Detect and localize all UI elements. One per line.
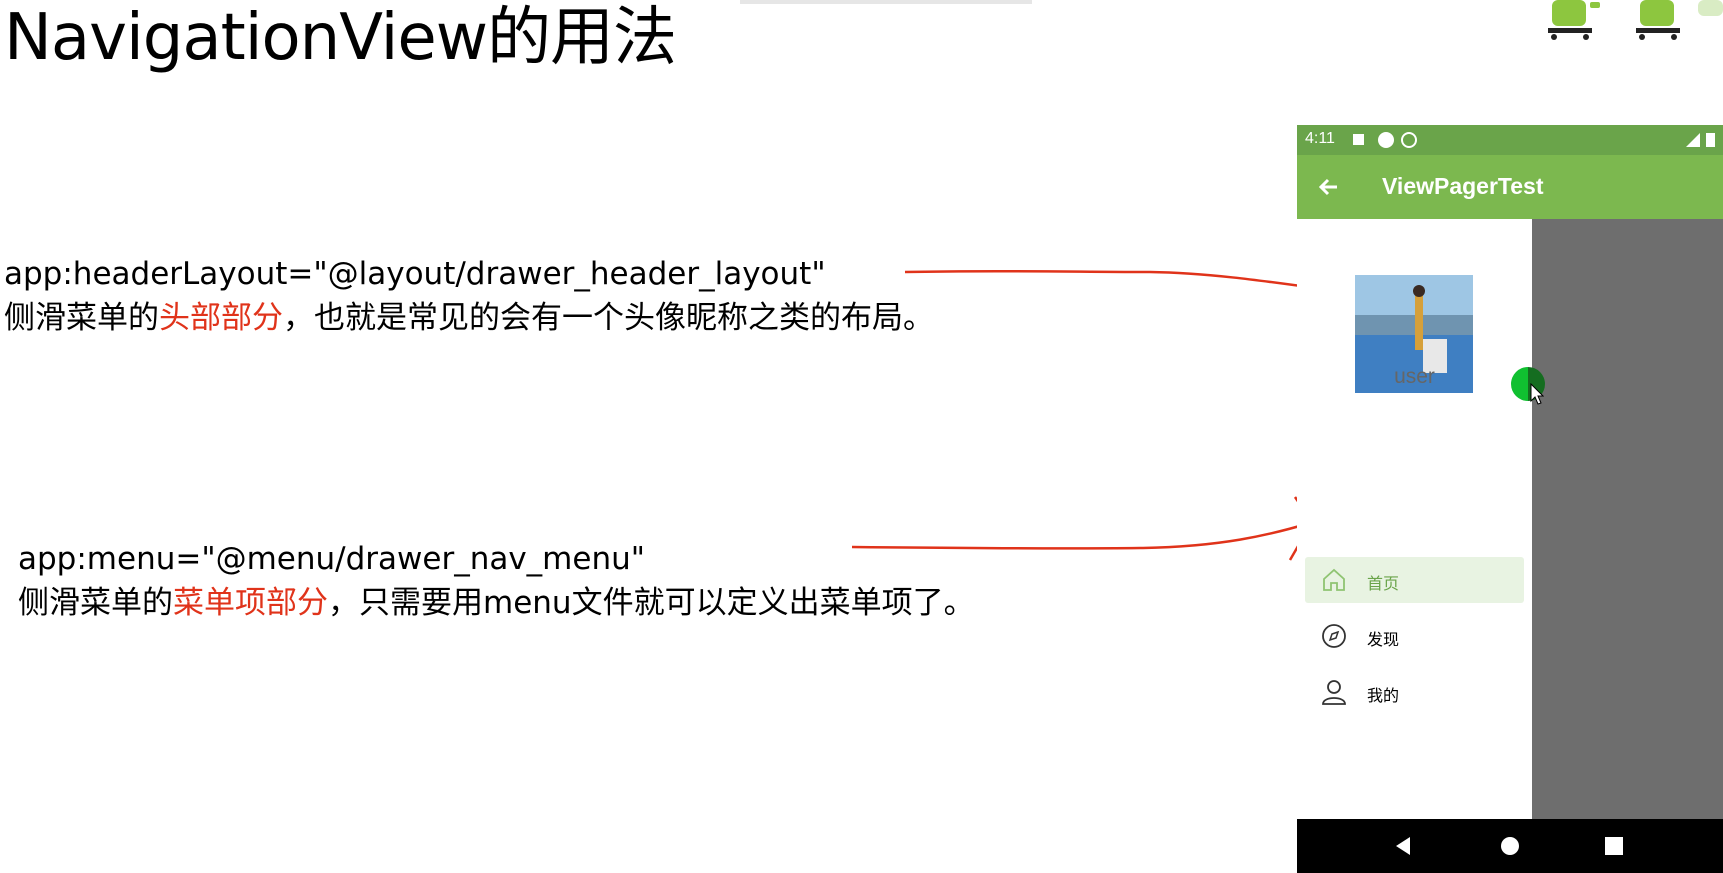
username: user xyxy=(1394,365,1435,388)
header-arrow xyxy=(904,269,1353,295)
header-layout-code: app:headerLayout="@layout/drawer_header_… xyxy=(4,256,826,292)
menu-item-label: 发现 xyxy=(1367,630,1400,649)
menu-code: app:menu="@menu/drawer_nav_menu" xyxy=(18,541,646,577)
back-arrow-icon[interactable] xyxy=(1311,169,1347,205)
header-layout-desc: 侧滑菜单的头部部分，也就是常见的会有一个头像昵称之类的布局。 xyxy=(4,300,934,336)
status-time: 4:11 xyxy=(1305,130,1335,147)
drawer-scrim[interactable] xyxy=(1532,219,1723,819)
battery-signal-icon xyxy=(1686,133,1715,147)
highlight-text: 头部部分 xyxy=(159,300,283,336)
system-nav-bar xyxy=(1297,819,1723,873)
highlight-text: 菜单项部分 xyxy=(173,585,328,621)
header-layout-note: app:headerLayout="@layout/drawer_header_… xyxy=(4,252,934,340)
phone-screen: 4:11 ViewPagerTest user 首页 发现 我的 xyxy=(1297,125,1723,873)
nav-recents-icon[interactable] xyxy=(1603,835,1625,857)
top-divider xyxy=(740,0,1032,4)
status-icons xyxy=(1353,132,1417,148)
menu-item-mine[interactable]: 我的 xyxy=(1305,669,1524,715)
android-mascot-icon xyxy=(1548,0,1723,40)
compass-icon xyxy=(1322,624,1346,648)
nav-back-icon[interactable] xyxy=(1392,835,1414,857)
app-bar: ViewPagerTest xyxy=(1297,155,1723,219)
menu-item-discover[interactable]: 发现 xyxy=(1305,613,1524,659)
menu-item-label: 我的 xyxy=(1367,686,1400,705)
menu-item-label: 首页 xyxy=(1367,574,1400,593)
nav-home-icon[interactable] xyxy=(1499,835,1521,857)
home-icon xyxy=(1323,568,1345,591)
menu-note: app:menu="@menu/drawer_nav_menu" 侧滑菜单的菜单… xyxy=(18,537,975,625)
menu-item-home[interactable]: 首页 xyxy=(1305,557,1524,603)
status-bar: 4:11 xyxy=(1297,125,1723,155)
menu-desc: 侧滑菜单的菜单项部分，只需要用menu文件就可以定义出菜单项了。 xyxy=(18,585,975,621)
person-icon xyxy=(1322,680,1346,705)
mouse-pointer-icon xyxy=(1530,383,1544,405)
app-title: ViewPagerTest xyxy=(1382,173,1544,199)
slide-title: NavigationView的用法 xyxy=(4,1,677,75)
